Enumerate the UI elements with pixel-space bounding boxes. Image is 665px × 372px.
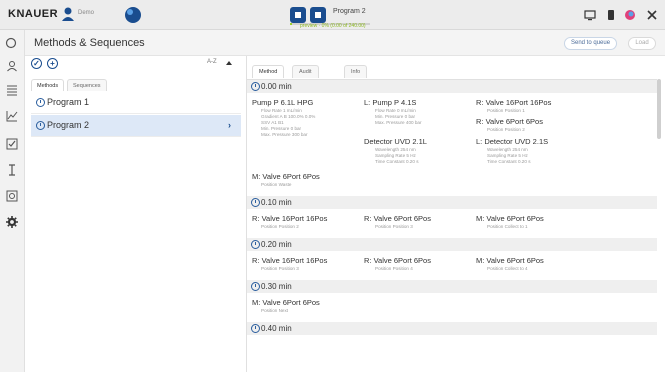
device-name: M: Valve 6Port 6Pos xyxy=(476,256,544,265)
device-name: L: Pump P 4.1S xyxy=(364,98,417,107)
time-step-header[interactable]: 0.40 min xyxy=(247,322,657,335)
user-icon[interactable] xyxy=(60,6,76,22)
device-setting: Time Constant 0.20 s xyxy=(487,159,531,164)
monitor-icon[interactable] xyxy=(584,9,596,21)
device-setting: Position Next xyxy=(261,308,289,313)
device-setting: Position Position 3 xyxy=(375,224,413,229)
device-name: M: Valve 6Port 6Pos xyxy=(252,172,320,181)
device-name: M: Valve 6Port 6Pos xyxy=(252,298,320,307)
tab-sequences[interactable]: Sequences xyxy=(67,79,107,91)
device-setting: Position Position 1 xyxy=(487,108,525,113)
device-name: Detector UVD 2.1L xyxy=(364,137,427,146)
send-to-queue-button[interactable]: Send to queue xyxy=(564,37,618,50)
device-name: L: Detector UVD 2.1S xyxy=(476,137,549,146)
device-name: R: Valve 16Port 16Pos xyxy=(476,98,552,107)
header-row: Methods & Sequences Send to queue Load xyxy=(5,30,665,56)
stop-button[interactable] xyxy=(290,7,306,23)
running-program-name: Program 2 xyxy=(333,8,366,15)
text-cursor-icon[interactable] xyxy=(6,164,18,176)
time-step-label: 0.30 min xyxy=(261,282,292,291)
sort-label[interactable]: A-Z xyxy=(207,59,217,65)
status-indicator-icon[interactable] xyxy=(624,9,636,21)
time-step-header[interactable]: 0.00 min xyxy=(247,80,657,93)
time-step-header[interactable]: 0.20 min xyxy=(247,238,657,251)
page-title: Methods & Sequences xyxy=(34,37,145,49)
time-step-header[interactable]: 0.30 min xyxy=(247,280,657,293)
tab-method[interactable]: Method xyxy=(252,65,285,78)
users-icon[interactable] xyxy=(6,60,18,72)
device-setting: Position Waste xyxy=(261,182,292,187)
method-list-panel: ✓ + A-Z Methods Sequences Program 1 Prog… xyxy=(25,56,247,372)
sort-caret-icon[interactable] xyxy=(226,61,232,65)
time-step-header[interactable]: 0.10 min xyxy=(247,196,657,209)
chevron-right-icon: › xyxy=(228,120,231,130)
confirm-button[interactable]: ✓ xyxy=(31,58,42,69)
device-name: R: Valve 16Port 16Pos xyxy=(252,256,328,265)
run-progress-fill xyxy=(290,23,292,25)
tab-info[interactable]: Info xyxy=(344,65,368,78)
mode-label: Demo xyxy=(78,10,95,16)
time-step-label: 0.10 min xyxy=(261,198,292,207)
time-step-label: 0.20 min xyxy=(261,240,292,249)
checkbox-icon[interactable] xyxy=(6,138,18,150)
list-icon[interactable] xyxy=(6,84,18,96)
clock-icon xyxy=(36,121,45,130)
navigation-rail xyxy=(0,30,25,372)
device-setting: Time Constant 0.20 s xyxy=(375,159,419,164)
device-icon[interactable] xyxy=(605,9,617,21)
list-item[interactable]: Program 2 › xyxy=(31,115,241,137)
load-button[interactable]: Load xyxy=(628,37,656,50)
device-setting: Max. Pressure 400 bar xyxy=(375,120,422,125)
device-name: R: Valve 6Port 6Pos xyxy=(364,214,431,223)
list-item[interactable]: Program 1 xyxy=(31,92,241,114)
list-item-label: Program 2 xyxy=(47,120,90,130)
device-setting: Position Position 2 xyxy=(487,127,525,132)
device-name: R: Valve 6Port 6Pos xyxy=(364,256,431,265)
method-steps: 0.00 min Pump P 6.1L HPG Flow Rate 1 mL/… xyxy=(247,79,657,372)
device-name: R: Valve 6Port 6Pos xyxy=(476,117,543,126)
chromatogram-logo-icon xyxy=(125,7,141,23)
time-step-label: 0.00 min xyxy=(261,82,292,91)
device-name: M: Valve 6Port 6Pos xyxy=(476,214,544,223)
device-name: R: Valve 16Port 16Pos xyxy=(252,214,328,223)
device-setting: Position Position 4 xyxy=(375,266,413,271)
device-setting: Position Position 3 xyxy=(261,266,299,271)
detail-scrollbar[interactable] xyxy=(657,79,661,139)
clock-icon xyxy=(36,98,45,107)
report-icon[interactable] xyxy=(6,190,18,202)
list-item-label: Program 1 xyxy=(47,97,90,107)
device-setting: Max. Pressure 300 bar xyxy=(261,132,308,137)
methods-icon xyxy=(5,37,17,49)
clock-icon xyxy=(251,82,260,91)
pause-button[interactable] xyxy=(310,7,326,23)
device-setting: Position Collect to 4 xyxy=(487,266,528,271)
device-setting: Position Position 2 xyxy=(261,224,299,229)
clock-icon xyxy=(251,240,260,249)
close-icon[interactable] xyxy=(646,9,658,21)
run-progress-text: preview · 0% (0.00 of 240.00) xyxy=(300,23,366,29)
chart-icon[interactable] xyxy=(6,110,18,122)
time-step-label: 0.40 min xyxy=(261,324,292,333)
device-setting: Position Collect to 1 xyxy=(487,224,528,229)
clock-icon xyxy=(251,198,260,207)
gear-icon[interactable] xyxy=(6,216,18,228)
device-name: Pump P 6.1L HPG xyxy=(252,98,314,107)
clock-icon xyxy=(251,324,260,333)
list-toolbar: ✓ + A-Z xyxy=(25,56,247,71)
brand-name: KNAUER xyxy=(8,8,59,20)
method-detail-panel: Method Audit Trail Info 0.00 min Pump P … xyxy=(247,56,665,372)
top-bar: KNAUER Demo Program 2 preview · 0% (0.00… xyxy=(0,0,665,30)
tab-audit-trail[interactable]: Audit Trail xyxy=(292,65,319,88)
tab-methods[interactable]: Methods xyxy=(31,79,65,91)
add-button[interactable]: + xyxy=(47,58,58,69)
clock-icon xyxy=(251,282,260,291)
